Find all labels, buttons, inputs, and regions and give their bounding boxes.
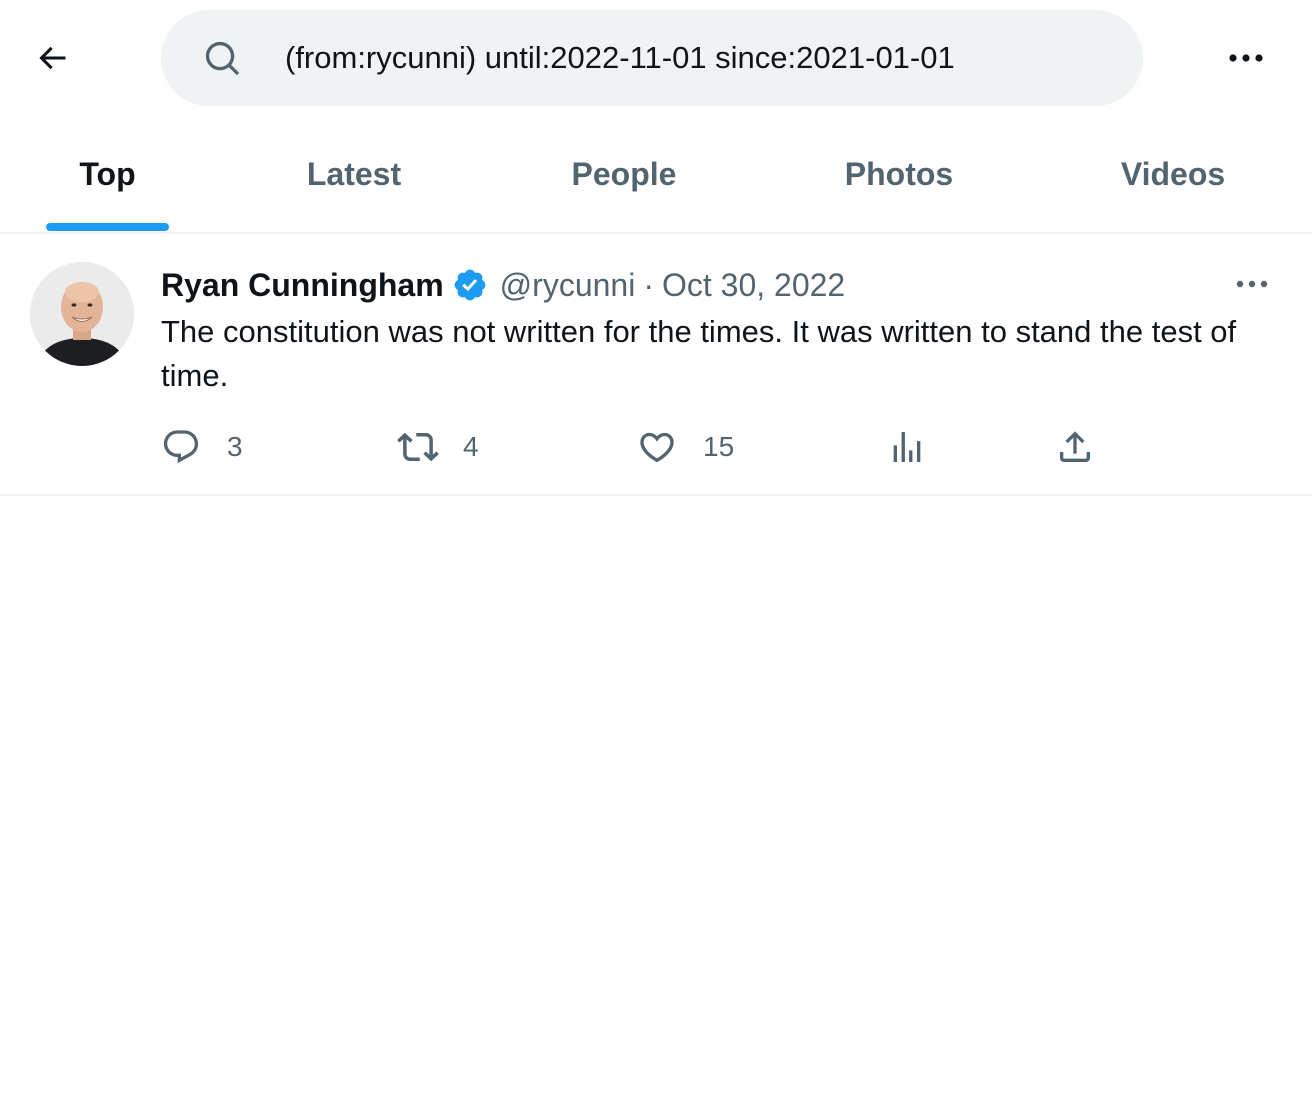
retweet-button[interactable]: 4 bbox=[397, 422, 479, 472]
tweet-text: The constitution was not written for the… bbox=[161, 314, 1237, 393]
more-horizontal-icon bbox=[1229, 54, 1263, 62]
tab-label: Videos bbox=[1120, 155, 1226, 192]
tab-label: Top bbox=[79, 155, 136, 192]
tab-top[interactable]: Top bbox=[46, 116, 169, 232]
tab-label: People bbox=[571, 155, 677, 192]
tweet-date[interactable]: Oct 30, 2022 bbox=[662, 267, 845, 304]
analytics-button[interactable] bbox=[887, 422, 927, 472]
arrow-left-icon bbox=[39, 46, 66, 70]
tab-photos[interactable]: Photos bbox=[830, 116, 968, 232]
search-tabs: Top Latest People Photos Videos bbox=[0, 116, 1312, 234]
avatar[interactable] bbox=[30, 262, 134, 366]
separator-dot: · bbox=[643, 266, 654, 303]
tweet-more-button[interactable] bbox=[1226, 266, 1278, 302]
user-handle[interactable]: @rycunni bbox=[500, 267, 636, 304]
tweet-actions: 3 4 15 bbox=[161, 422, 1121, 472]
tab-people[interactable]: People bbox=[560, 116, 688, 232]
like-button[interactable]: 15 bbox=[637, 422, 734, 472]
heart-icon bbox=[640, 432, 674, 463]
tweet[interactable]: Ryan Cunningham @rycunni · Oct 30, 2022 … bbox=[0, 236, 1312, 496]
retweet-count: 4 bbox=[463, 431, 479, 462]
like-count: 15 bbox=[703, 431, 735, 462]
retweet-icon bbox=[397, 432, 439, 462]
search-input[interactable] bbox=[285, 30, 1105, 86]
search-icon bbox=[205, 41, 240, 76]
search-box[interactable] bbox=[161, 10, 1143, 106]
share-icon bbox=[1060, 431, 1090, 462]
tweet-header: Ryan Cunningham @rycunni · Oct 30, 2022 bbox=[161, 264, 845, 306]
verified-badge-icon bbox=[452, 267, 488, 303]
tab-label: Latest bbox=[306, 155, 402, 192]
reply-icon bbox=[163, 430, 199, 464]
tab-label: Photos bbox=[844, 155, 954, 192]
more-options-button[interactable] bbox=[1216, 34, 1276, 82]
tab-videos[interactable]: Videos bbox=[1108, 116, 1238, 232]
tab-latest[interactable]: Latest bbox=[290, 116, 418, 232]
top-header bbox=[0, 0, 1312, 116]
display-name[interactable]: Ryan Cunningham bbox=[161, 267, 444, 304]
back-button[interactable] bbox=[24, 30, 80, 86]
active-tab-indicator bbox=[46, 223, 169, 231]
more-horizontal-icon bbox=[1236, 280, 1268, 288]
share-button[interactable] bbox=[1055, 422, 1095, 472]
analytics-icon bbox=[893, 432, 921, 462]
reply-button[interactable]: 3 bbox=[161, 422, 243, 472]
reply-count: 3 bbox=[227, 431, 243, 462]
avatar-image bbox=[30, 262, 134, 366]
